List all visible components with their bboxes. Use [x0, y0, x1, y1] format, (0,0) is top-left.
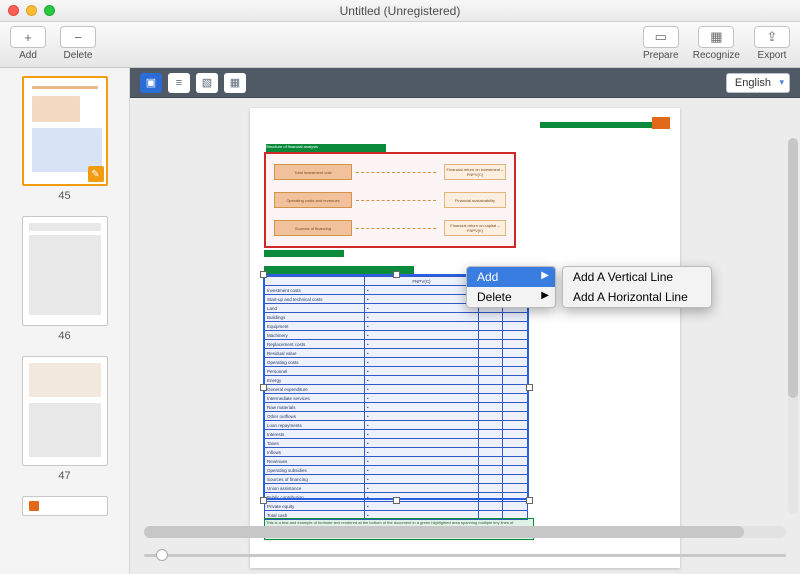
language-select[interactable]: English	[726, 73, 790, 93]
text-icon: ≡	[176, 77, 182, 89]
window-title: Untitled (Unregistered)	[0, 4, 800, 18]
delete-label: Delete	[64, 50, 93, 61]
table-row: Loan repayments•	[265, 421, 528, 430]
ctx-add[interactable]: Add ▶	[467, 267, 555, 287]
data-table[interactable]: FNPV(C)Investment costs•Start-up and tec…	[264, 276, 528, 520]
ctx-add-label: Add	[477, 270, 498, 284]
context-submenu[interactable]: Add A Vertical Line Add A Horizontal Lin…	[562, 266, 712, 308]
table-title	[264, 266, 414, 274]
table-row: Union assistance•	[265, 484, 528, 493]
mode-text-button[interactable]: ≡	[168, 73, 190, 93]
thumbnail-label: 46	[58, 330, 70, 342]
table-row: Operating subsidies•	[265, 466, 528, 475]
table-row: Revenues•	[265, 457, 528, 466]
language-selected: English	[735, 77, 771, 89]
recognize-button[interactable]: ▦ Recognize	[693, 26, 740, 61]
flow-box: Operating costs and revenues	[274, 192, 352, 208]
flow-box: Sources of financing	[274, 220, 352, 236]
edit-badge-icon: ✎	[88, 166, 104, 182]
thumbnail-47[interactable]: 47	[0, 356, 129, 482]
delete-button[interactable]: − Delete	[60, 26, 96, 61]
mode-table-button[interactable]: ▦	[224, 73, 246, 93]
zoom-slider[interactable]	[144, 546, 786, 564]
export-label: Export	[758, 50, 787, 61]
flow-box: Total investment cost	[274, 164, 352, 180]
selection-handle[interactable]	[526, 497, 533, 504]
table-icon: ▦	[230, 76, 240, 89]
thumbnail-sidebar[interactable]: ✎ 45 46 47	[0, 68, 130, 574]
chevron-right-icon: ▶	[541, 290, 549, 301]
selection-handle[interactable]	[260, 497, 267, 504]
chevron-right-icon: ▶	[541, 270, 549, 281]
prepare-label: Prepare	[643, 50, 679, 61]
diagram-footer	[264, 250, 344, 257]
context-menu[interactable]: Add ▶ Delete ▶	[466, 266, 556, 308]
ctx-add-horizontal-label: Add A Horizontal Line	[573, 290, 688, 304]
table-row: Personnel•	[265, 367, 528, 376]
export-icon: ⇪	[767, 29, 778, 45]
table-row: Other outflows•	[265, 412, 528, 421]
recognize-icon: ▦	[710, 29, 722, 45]
mode-image-button[interactable]: ▧	[196, 73, 218, 93]
table-row: Energy•	[265, 376, 528, 385]
selection-handle[interactable]	[393, 271, 400, 278]
selection-handle[interactable]	[526, 384, 533, 391]
thumbnail-48[interactable]	[0, 496, 129, 516]
header-page-badge	[652, 117, 670, 129]
vertical-scrollbar[interactable]	[788, 138, 798, 514]
document-canvas[interactable]: Structure of financial analysis Total in…	[130, 98, 800, 574]
table-row: Interests•	[265, 430, 528, 439]
table-row: Raw materials•	[265, 403, 528, 412]
ctx-delete[interactable]: Delete ▶	[467, 287, 555, 307]
table-row: Machinery•	[265, 331, 528, 340]
mode-layout-button[interactable]: ▣	[140, 73, 162, 93]
zoom-knob[interactable]	[156, 549, 168, 561]
thumbnail-label: 45	[58, 190, 70, 202]
selection-handle[interactable]	[260, 384, 267, 391]
flow-box: Financial return on capital – FNPV(K)	[444, 220, 506, 236]
flow-box: Financial return on investment – FNPV(C)	[444, 164, 506, 180]
pointer-icon: ▣	[146, 76, 156, 89]
prepare-icon: ▭	[655, 29, 667, 45]
flow-box: Financial sustainability	[444, 192, 506, 208]
diagram-title: Structure of financial analysis	[266, 144, 386, 152]
header-bar	[540, 122, 670, 128]
main-area: ▣ ≡ ▧ ▦ English Structure of financial a…	[130, 68, 800, 574]
ctx-add-vertical[interactable]: Add A Vertical Line	[563, 267, 711, 287]
table-row: Replacement costs•	[265, 340, 528, 349]
table-row: Operating costs•	[265, 358, 528, 367]
table-row: Sources of financing•	[265, 475, 528, 484]
export-button[interactable]: ⇪ Export	[754, 26, 790, 61]
view-mode-strip: ▣ ≡ ▧ ▦ English	[130, 68, 800, 98]
thumbnail-45[interactable]: ✎ 45	[0, 76, 129, 202]
horizontal-scrollbar[interactable]	[144, 526, 786, 538]
table-row: General expenditure•	[265, 385, 528, 394]
minus-icon: −	[74, 30, 82, 45]
table-colhead: FNPV(C)	[364, 277, 478, 286]
add-label: Add	[19, 50, 37, 61]
thumbnail-label: 47	[58, 470, 70, 482]
image-icon: ▧	[202, 76, 212, 89]
diagram-region[interactable]: Structure of financial analysis Total in…	[264, 152, 516, 248]
prepare-button[interactable]: ▭ Prepare	[643, 26, 679, 61]
plus-icon: +	[24, 30, 32, 45]
add-button[interactable]: + Add	[10, 26, 46, 61]
table-row: Taxes•	[265, 439, 528, 448]
table-row: Residual value•	[265, 349, 528, 358]
table-row: Inflows•	[265, 448, 528, 457]
recognize-label: Recognize	[693, 50, 740, 61]
titlebar: Untitled (Unregistered)	[0, 0, 800, 22]
ctx-delete-label: Delete	[477, 290, 512, 304]
table-row: Buildings•	[265, 313, 528, 322]
toolbar: + Add − Delete ▭ Prepare ▦ Recognize ⇪ E…	[0, 22, 800, 68]
table-row: Intermediate services•	[265, 394, 528, 403]
page-view: Structure of financial analysis Total in…	[250, 108, 680, 568]
thumbnail-46[interactable]: 46	[0, 216, 129, 342]
selection-handle[interactable]	[393, 497, 400, 504]
ctx-add-horizontal[interactable]: Add A Horizontal Line	[563, 287, 711, 307]
selection-handle[interactable]	[260, 271, 267, 278]
ctx-add-vertical-label: Add A Vertical Line	[573, 270, 673, 284]
table-row: Equipment•	[265, 322, 528, 331]
